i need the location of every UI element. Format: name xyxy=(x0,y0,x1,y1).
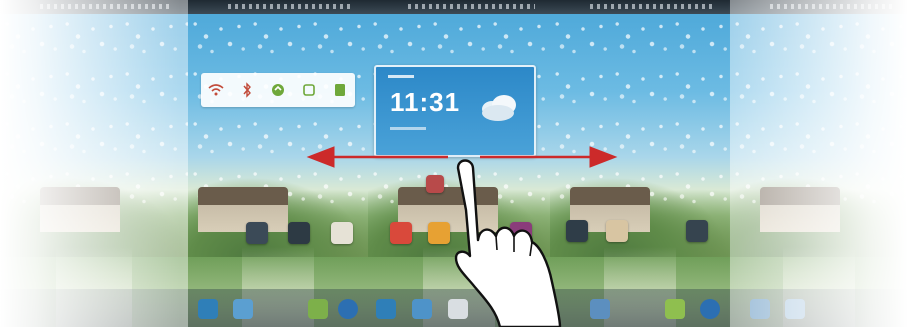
messages-icon[interactable] xyxy=(308,299,328,319)
rotation-icon[interactable] xyxy=(298,79,320,101)
bluetooth-icon[interactable] xyxy=(236,79,258,101)
contacts-icon[interactable] xyxy=(233,299,253,319)
dock xyxy=(188,289,368,327)
clock-time: 11:31 xyxy=(390,87,461,117)
video-app-icon[interactable] xyxy=(288,222,310,244)
data-icon[interactable] xyxy=(267,79,289,101)
phone-icon[interactable] xyxy=(198,299,218,319)
browser-icon[interactable] xyxy=(338,299,358,319)
browser-icon[interactable] xyxy=(700,299,720,319)
cloud-icon xyxy=(482,95,516,121)
settings-icon[interactable] xyxy=(590,299,610,319)
pointing-hand-icon xyxy=(454,159,562,327)
calendar-app-icon[interactable] xyxy=(390,222,412,244)
contacts-icon[interactable] xyxy=(412,299,432,319)
home-screen-swipe-illustration: 11:31 xyxy=(0,0,908,327)
phone-icon[interactable] xyxy=(376,299,396,319)
weather-clock-widget[interactable]: 11:31 xyxy=(374,65,536,157)
weather-date xyxy=(390,127,426,130)
home-screen-panel-2[interactable] xyxy=(188,0,368,327)
weather-location xyxy=(388,75,414,78)
notes-app-icon[interactable] xyxy=(331,222,353,244)
quick-settings-widget xyxy=(201,73,355,107)
brightness-icon[interactable] xyxy=(329,79,351,101)
camera-app-icon[interactable] xyxy=(246,222,268,244)
messages-icon[interactable] xyxy=(665,299,685,319)
store-app-icon[interactable] xyxy=(606,220,628,242)
video-app-icon[interactable] xyxy=(686,220,708,242)
wifi-icon[interactable] xyxy=(205,79,227,101)
